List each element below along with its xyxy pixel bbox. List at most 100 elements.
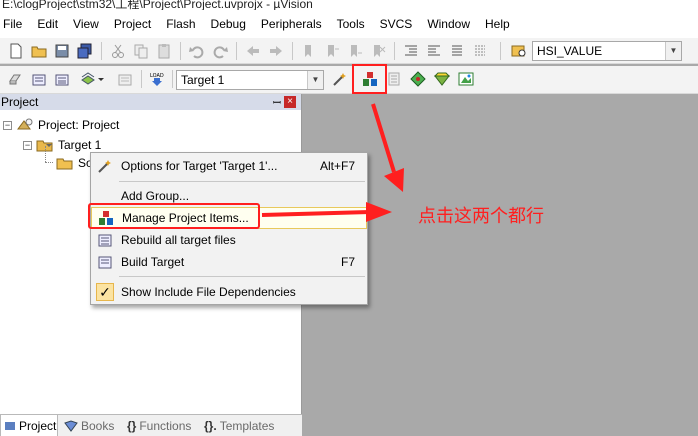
menu-item-rebuild-all[interactable]: Rebuild all target files xyxy=(91,229,367,251)
panel-title: Project xyxy=(1,95,39,109)
download-load-icon[interactable]: LOAD xyxy=(147,69,167,89)
select-packs-icon[interactable] xyxy=(432,69,452,89)
menu-svcs[interactable]: SVCS xyxy=(373,10,421,38)
tree-target[interactable]: − Target 1 xyxy=(23,138,101,152)
menu-item-label: Show Include File Dependencies xyxy=(121,285,296,299)
menu-item-shortcut: Alt+F7 xyxy=(319,159,355,173)
collapse-icon[interactable]: − xyxy=(3,120,12,130)
comment-icon[interactable] xyxy=(447,41,467,61)
paste-icon[interactable] xyxy=(154,41,174,61)
chevron-down-icon[interactable]: ▼ xyxy=(307,71,323,89)
project-panel-header: Project ꟷ × xyxy=(0,94,301,110)
project-tab-icon xyxy=(4,420,16,432)
annotation-text: 点击这两个都行 xyxy=(418,206,544,227)
checkmark-icon: ✓ xyxy=(95,283,115,301)
menu-item-show-include-deps[interactable]: ✓ Show Include File Dependencies xyxy=(91,281,367,303)
new-file-icon[interactable] xyxy=(6,41,26,61)
arrow-left-head xyxy=(366,202,392,222)
undo-icon[interactable] xyxy=(187,41,207,61)
tree-root-project[interactable]: − Project: Project xyxy=(3,118,119,132)
redo-icon[interactable] xyxy=(210,41,230,61)
menu-item-label: Build Target xyxy=(121,255,185,269)
nav-back-icon[interactable] xyxy=(243,41,263,61)
menu-bar: File Edit View Project Flash Debug Perip… xyxy=(0,10,698,38)
cut-icon[interactable] xyxy=(108,41,128,61)
build-toolbar: LOAD Target 1 ▼ xyxy=(0,66,698,94)
copy-icon[interactable] xyxy=(131,41,151,61)
tree-target-label: Target 1 xyxy=(58,138,102,152)
batch-build-icon[interactable] xyxy=(78,69,98,89)
tree-connector xyxy=(45,162,53,163)
folder-icon xyxy=(56,158,73,170)
tab-books-label: Books xyxy=(81,419,115,433)
tree-group-source[interactable]: So xyxy=(56,156,93,170)
menu-tools[interactable]: Tools xyxy=(330,10,373,38)
save-all-icon[interactable] xyxy=(75,41,95,61)
file-extensions-icon[interactable] xyxy=(384,69,404,89)
menu-separator xyxy=(119,276,365,277)
file-toolbar: HSI_VALUE ▼ xyxy=(0,38,698,64)
menu-file[interactable]: File xyxy=(0,10,30,38)
window-title: E:\clogProject\stm32\工程\Project\Project.… xyxy=(2,0,313,10)
rebuild-icon[interactable] xyxy=(52,69,72,89)
templates-icon: {}. xyxy=(204,419,217,433)
menu-help[interactable]: Help xyxy=(478,10,518,38)
build-icon[interactable] xyxy=(29,69,49,89)
menu-flash[interactable]: Flash xyxy=(159,10,203,38)
save-icon[interactable] xyxy=(52,41,72,61)
menu-view[interactable]: View xyxy=(66,10,107,38)
project-icon xyxy=(17,118,33,130)
arrow-down-shaft xyxy=(371,103,396,173)
menu-item-shortcut: F7 xyxy=(340,255,355,269)
tab-books[interactable]: Books xyxy=(61,415,117,436)
target-combo[interactable]: Target 1 ▼ xyxy=(176,70,324,90)
tree-connector xyxy=(45,146,46,162)
packs-installer-icon[interactable] xyxy=(408,69,428,89)
menu-debug[interactable]: Debug xyxy=(204,10,254,38)
menu-peripherals[interactable]: Peripherals xyxy=(254,10,330,38)
close-icon[interactable]: × xyxy=(284,96,296,108)
find-in-files-icon[interactable] xyxy=(509,41,529,61)
pin-icon[interactable]: ꟷ xyxy=(273,95,281,109)
find-combo[interactable]: HSI_VALUE ▼ xyxy=(532,41,682,61)
clear-bookmarks-icon[interactable] xyxy=(368,41,388,61)
menu-item-label: Rebuild all target files xyxy=(121,233,236,247)
menu-window[interactable]: Window xyxy=(420,10,478,38)
bookmark-icon[interactable] xyxy=(299,41,319,61)
collapse-icon[interactable]: − xyxy=(23,140,32,150)
menu-item-label: Add Group... xyxy=(121,189,190,203)
tab-functions[interactable]: {} Functions xyxy=(124,415,194,436)
translate-icon[interactable] xyxy=(6,69,26,89)
tab-functions-label: Functions xyxy=(139,419,192,433)
open-folder-icon[interactable] xyxy=(29,41,49,61)
menu-item-label: Options for Target 'Target 1'... xyxy=(121,159,278,173)
menu-highlight-box xyxy=(88,203,260,229)
arrow-down-head xyxy=(384,168,404,192)
wand-icon xyxy=(95,157,115,175)
find-combo-value: HSI_VALUE xyxy=(537,44,603,58)
books-icon xyxy=(64,420,78,432)
title-bar: E:\clogProject\stm32\工程\Project\Project.… xyxy=(0,0,698,10)
tree-root-label: Project: Project xyxy=(38,118,120,132)
unindent-icon[interactable] xyxy=(424,41,444,61)
stop-build-icon[interactable] xyxy=(115,69,135,89)
build-icon xyxy=(95,253,115,271)
nav-forward-icon[interactable] xyxy=(266,41,286,61)
menu-edit[interactable]: Edit xyxy=(30,10,66,38)
tab-templates[interactable]: {}. Templates xyxy=(201,415,277,436)
batch-dropdown-icon[interactable] xyxy=(96,69,106,89)
manage-rte-icon[interactable] xyxy=(456,69,476,89)
prev-bookmark-icon[interactable] xyxy=(322,41,342,61)
functions-icon: {} xyxy=(127,419,137,433)
tab-templates-label: Templates xyxy=(219,419,275,433)
menu-item-build-target[interactable]: Build Target F7 xyxy=(91,251,367,273)
target-options-wand-icon[interactable] xyxy=(330,69,350,89)
tab-project[interactable]: Project xyxy=(0,415,58,436)
menu-project[interactable]: Project xyxy=(107,10,159,38)
menu-item-options-for-target[interactable]: Options for Target 'Target 1'... Alt+F7 xyxy=(91,155,367,177)
indent-icon[interactable] xyxy=(401,41,421,61)
chevron-down-icon[interactable]: ▼ xyxy=(665,42,681,60)
uncomment-icon[interactable] xyxy=(470,41,490,61)
rebuild-icon xyxy=(95,231,115,249)
next-bookmark-icon[interactable] xyxy=(345,41,365,61)
